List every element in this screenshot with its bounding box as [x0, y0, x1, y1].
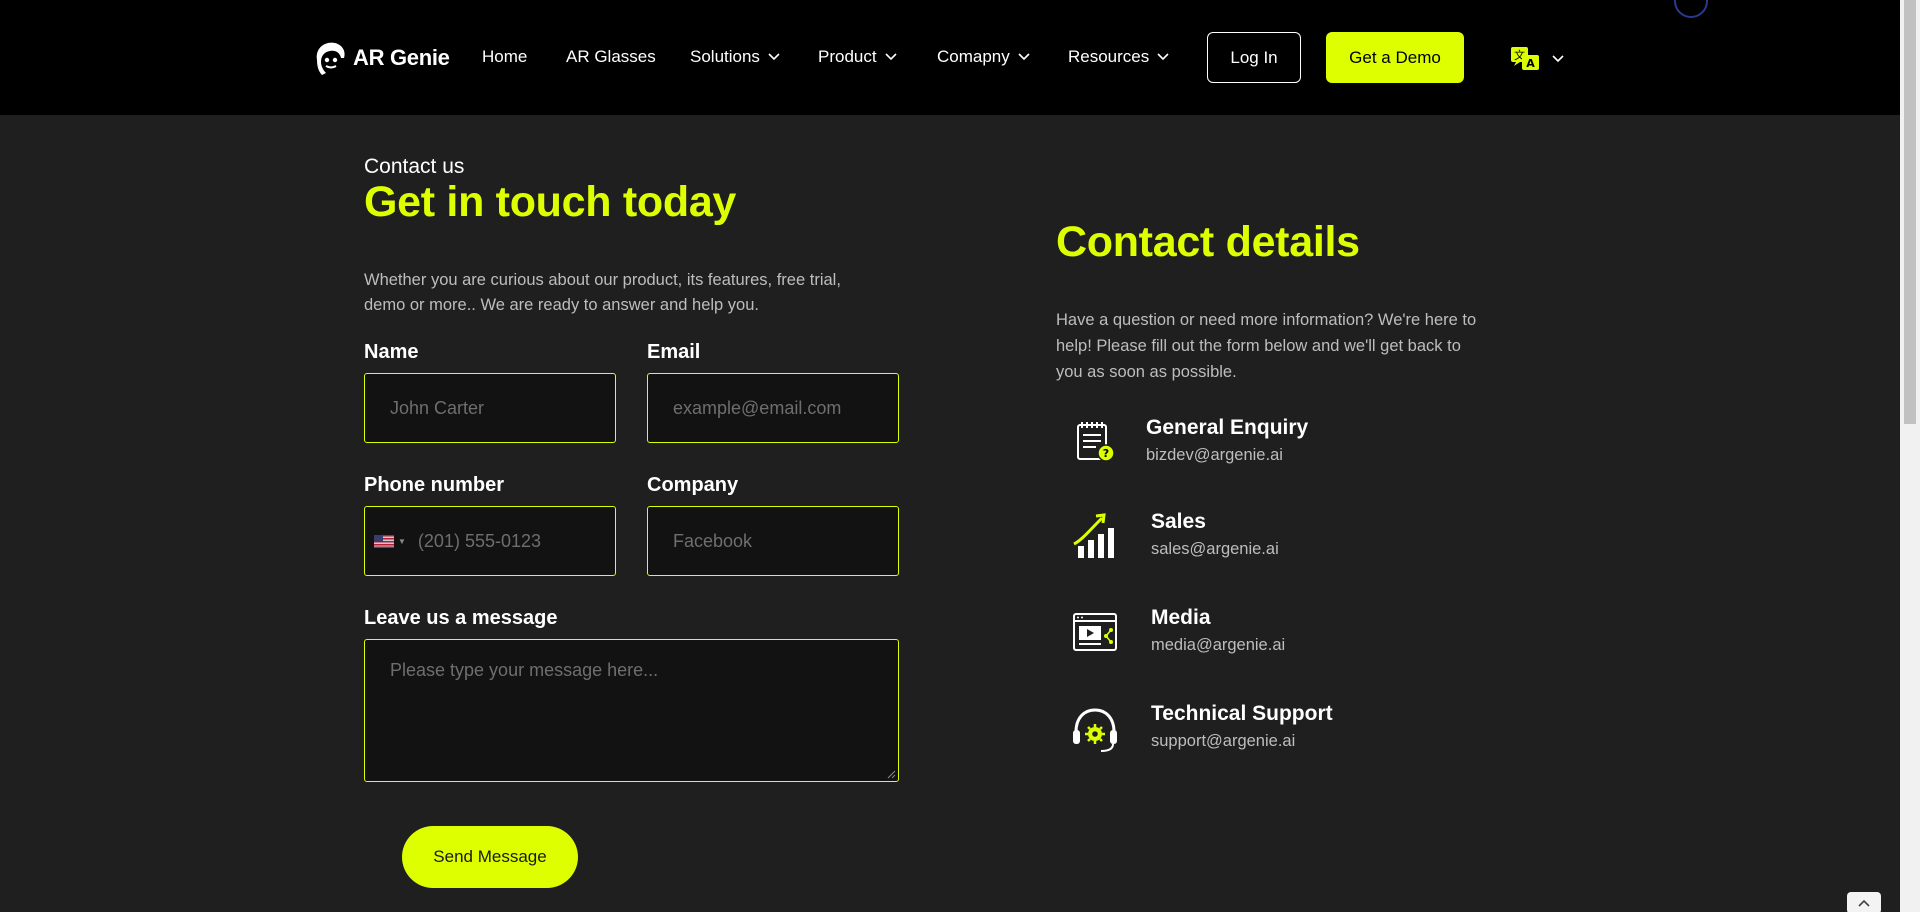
message-textarea[interactable]: Please type your message here...	[364, 639, 899, 782]
chevron-down-icon	[768, 53, 780, 61]
us-flag-icon[interactable]	[374, 534, 394, 548]
sales-chart-icon	[1073, 513, 1114, 558]
page-scrollbar[interactable]	[1900, 0, 1920, 912]
login-button[interactable]: Log In	[1207, 32, 1301, 83]
contact-item-general-enquiry: ?	[1068, 415, 1122, 469]
resize-handle-icon[interactable]	[887, 770, 896, 779]
top-navigation: AR Genie Home AR Glasses Solutions Produ…	[0, 0, 1900, 115]
contact-title: Media	[1151, 606, 1211, 629]
phone-input[interactable]: ▼ (201) 555-0123	[364, 506, 616, 576]
message-label: Leave us a message	[364, 607, 558, 629]
contact-text-media: Media media@argenie.ai	[1151, 606, 1285, 655]
section-eyebrow: Contact us	[364, 155, 465, 178]
nav-company[interactable]: Comapny	[937, 47, 1030, 67]
chevron-down-icon	[885, 53, 897, 61]
phone-label: Phone number	[364, 474, 505, 496]
company-input[interactable]: Facebook	[647, 506, 899, 576]
enquiry-icon: ?	[1077, 422, 1115, 462]
contact-item-technical-support	[1068, 702, 1122, 756]
nav-resources[interactable]: Resources	[1068, 47, 1169, 67]
contact-email[interactable]: bizdev@argenie.ai	[1146, 446, 1308, 465]
chevron-up-icon	[1858, 899, 1870, 907]
nav-label: AR Glasses	[566, 47, 656, 66]
phone-placeholder: (201) 555-0123	[417, 530, 542, 551]
chevron-down-icon	[1552, 55, 1564, 63]
get-demo-button[interactable]: Get a Demo	[1326, 32, 1464, 83]
contact-email[interactable]: support@argenie.ai	[1151, 732, 1333, 751]
caret-down-icon: ▼	[398, 536, 406, 546]
nav-label: Resources	[1068, 47, 1150, 66]
email-input[interactable]: example@email.com	[647, 373, 899, 443]
name-label: Name	[364, 341, 419, 363]
contact-title: General Enquiry	[1146, 416, 1309, 439]
nav-label: Solutions	[690, 47, 760, 66]
language-selector[interactable]: 文 A	[1510, 46, 1564, 72]
contact-email[interactable]: sales@argenie.ai	[1151, 540, 1279, 559]
name-placeholder: John Carter	[390, 397, 485, 418]
send-message-button[interactable]: Send Message	[402, 826, 578, 888]
nav-home[interactable]: Home	[482, 47, 527, 67]
company-label: Company	[647, 474, 739, 496]
contact-title: Technical Support	[1151, 702, 1333, 725]
nav-product[interactable]: Product	[818, 47, 897, 67]
chevron-down-icon	[1018, 53, 1030, 61]
nav-label: Product	[818, 47, 877, 66]
scroll-to-top-button[interactable]	[1847, 892, 1881, 912]
svg-text:?: ?	[1103, 447, 1109, 460]
media-icon	[1073, 613, 1117, 651]
contact-text-sales: Sales sales@argenie.ai	[1151, 510, 1279, 559]
scrollbar-thumb[interactable]	[1904, 0, 1916, 424]
logo[interactable]: AR Genie	[313, 40, 450, 76]
contact-item-sales	[1068, 510, 1122, 564]
email-label: Email	[647, 341, 701, 363]
contact-item-media	[1068, 606, 1122, 660]
contact-text-technical-support: Technical Support support@argenie.ai	[1151, 702, 1333, 751]
contact-title: Sales	[1151, 510, 1206, 533]
nav-label: Comapny	[937, 47, 1010, 66]
contact-details-description: Have a question or need more information…	[1056, 311, 1477, 381]
name-input[interactable]: John Carter	[364, 373, 616, 443]
form-intro: Whether you are curious about our produc…	[364, 271, 841, 314]
svg-text:A: A	[1526, 57, 1535, 70]
logo-icon	[316, 42, 345, 75]
nav-label: Home	[482, 47, 528, 66]
nav-ar-glasses[interactable]: AR Glasses	[566, 47, 656, 67]
email-placeholder: example@email.com	[673, 397, 842, 418]
brand-name: AR Genie	[353, 45, 450, 70]
contact-details-title: Contact details	[1056, 218, 1360, 266]
contact-text-general-enquiry: General Enquiry bizdev@argenie.ai	[1146, 416, 1308, 465]
headset-icon	[1073, 708, 1117, 752]
page-title: Get in touch today	[364, 178, 737, 226]
contact-email[interactable]: media@argenie.ai	[1151, 636, 1285, 655]
chevron-down-icon	[1157, 53, 1169, 61]
translate-icon: 文 A	[1511, 47, 1539, 70]
nav-solutions[interactable]: Solutions	[690, 47, 780, 67]
message-placeholder: Please type your message here...	[390, 660, 659, 680]
company-placeholder: Facebook	[673, 530, 753, 551]
